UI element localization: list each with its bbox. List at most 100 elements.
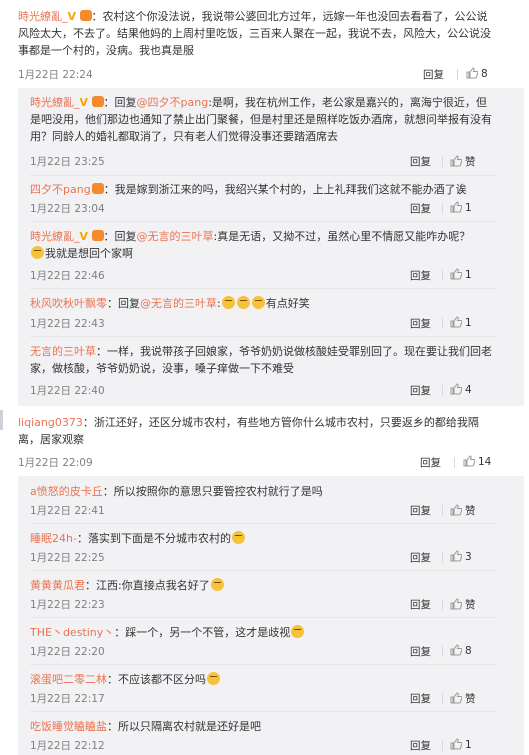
thumbs-up-icon <box>450 550 462 562</box>
comment-username[interactable]: 時光繚亂_ <box>18 10 68 23</box>
reply-prefix: ：回复 <box>103 96 137 109</box>
reply-item: 睡眠24h-：落实到下面是不分城市农村的 <box>30 530 496 547</box>
reply-username[interactable]: 无言的三叶草 <box>30 345 96 358</box>
reply-meta: 1月22日 22:20 回复 8 <box>30 644 496 660</box>
reply-item: 吃饭睡觉瞌瞌盐：所以只隔离农村就是还好是吧 <box>30 718 496 735</box>
verified-icon: V <box>79 96 89 109</box>
like-count: 赞 <box>465 156 476 168</box>
reply-button[interactable]: 回复 <box>410 738 431 753</box>
reply-username[interactable]: 滚蛋吧二零二林 <box>30 673 107 686</box>
reply-button[interactable]: 回复 <box>410 597 431 612</box>
like-button[interactable]: 1 <box>450 201 472 214</box>
reply-meta: 1月22日 22:40 回复 4 <box>30 383 496 399</box>
reply-username[interactable]: 黄黄黄瓜君 <box>30 579 85 592</box>
level-badge-icon <box>91 183 104 194</box>
like-count: 1 <box>465 269 472 281</box>
divider <box>442 552 443 563</box>
reply-item: 黄黄黄瓜君：江西:你直接点我名好了 <box>30 577 496 594</box>
reply-button[interactable]: 回复 <box>420 455 441 470</box>
reply-button[interactable]: 回复 <box>423 67 444 82</box>
reply-time: 1月22日 22:20 <box>30 646 105 658</box>
reply-meta: 1月22日 22:43 回复 1 <box>30 316 496 332</box>
like-button[interactable]: 赞 <box>450 503 476 518</box>
reply-prefix: ：回复 <box>107 297 140 310</box>
reply-time: 1月22日 22:12 <box>30 740 105 752</box>
divider <box>30 570 496 571</box>
like-button[interactable]: 14 <box>463 455 491 468</box>
divider <box>30 175 496 176</box>
reply-time: 1月22日 22:25 <box>30 552 105 564</box>
reply-button[interactable]: 回复 <box>410 691 431 706</box>
like-count: 1 <box>465 202 472 214</box>
like-button[interactable]: 赞 <box>450 154 476 169</box>
divider <box>442 156 443 167</box>
reply-button[interactable]: 回复 <box>410 550 431 565</box>
divider <box>442 270 443 281</box>
divider <box>442 646 443 657</box>
like-button[interactable]: 8 <box>466 67 488 80</box>
reply-time: 1月22日 22:41 <box>30 505 105 517</box>
emoji-icon <box>31 246 44 259</box>
reply-button[interactable]: 回复 <box>410 503 431 518</box>
reply-prefix: ：回复 <box>103 230 137 243</box>
like-button[interactable]: 赞 <box>450 691 476 706</box>
reply-username[interactable]: THE丶destiny丶 <box>30 626 114 639</box>
comment-meta: 1月22日 22:24 回复 8 <box>18 67 496 83</box>
reply-username[interactable]: a愤怒的皮卡丘 <box>30 485 103 498</box>
reply-meta: 1月22日 22:25 回复 3 <box>30 550 496 566</box>
thumbs-up-icon <box>450 201 462 213</box>
divider <box>30 711 496 712</box>
reply-time: 1月22日 23:25 <box>30 156 105 168</box>
reply-username[interactable]: 時光繚亂_ <box>30 96 80 109</box>
reply-text: ：江西:你直接点我名好了 <box>85 579 210 592</box>
thumbs-up-icon <box>450 504 462 516</box>
reply-item: 時光繚亂_V ：回复@无言的三叶草:真是无语，又拗不过，虽然心里不情愿又能咋办呢？… <box>30 228 496 262</box>
reply-time: 1月22日 22:46 <box>30 270 105 282</box>
mention-link[interactable]: @无言的三叶草 <box>137 230 214 243</box>
divider <box>442 740 443 751</box>
like-button[interactable]: 1 <box>450 268 472 281</box>
reply-username[interactable]: 秋风吹秋叶飘零 <box>30 297 107 310</box>
thumbs-up-icon <box>450 155 462 167</box>
reply-time: 1月22日 22:40 <box>30 385 105 397</box>
reply-button[interactable]: 回复 <box>410 316 431 331</box>
like-count: 赞 <box>465 505 476 517</box>
verified-icon: V <box>79 230 89 243</box>
thumbs-up-icon <box>463 455 475 467</box>
reply-button[interactable]: 回复 <box>410 383 431 398</box>
reply-username[interactable]: 吃饭睡觉瞌瞌盐 <box>30 720 107 733</box>
reply-meta: 1月22日 22:23 回复 赞 <box>30 597 496 613</box>
divider <box>457 69 458 80</box>
emoji-icon <box>210 578 224 591</box>
emoji-icon <box>207 672 220 685</box>
verified-icon: V <box>67 10 77 23</box>
thumbs-up-icon <box>450 268 462 280</box>
like-button[interactable]: 4 <box>450 383 472 396</box>
divider <box>30 617 496 618</box>
reply-button[interactable]: 回复 <box>410 154 431 169</box>
reply-time: 1月22日 22:43 <box>30 318 105 330</box>
like-button[interactable]: 1 <box>450 738 472 751</box>
reply-item: 秋风吹秋叶飘零：回复@无言的三叶草: 有点好笑 <box>30 295 496 312</box>
reply-username[interactable]: 四夕不pang <box>30 183 91 196</box>
like-button[interactable]: 8 <box>450 644 472 657</box>
mention-link[interactable]: @无言的三叶草 <box>140 297 217 310</box>
like-button[interactable]: 1 <box>450 316 472 329</box>
reply-text: ：不应该都不区分吗 <box>107 673 206 686</box>
comment-username[interactable]: liqiang0373 <box>18 416 83 429</box>
thumbs-up-icon <box>450 644 462 656</box>
reply-button[interactable]: 回复 <box>410 644 431 659</box>
like-button[interactable]: 3 <box>450 550 472 563</box>
reply-button[interactable]: 回复 <box>410 268 431 283</box>
laughing-emoji-icon <box>221 296 235 309</box>
emoji-icon <box>291 625 305 638</box>
mention-link[interactable]: @四夕不pang <box>137 96 209 109</box>
reply-username[interactable]: 睡眠24h- <box>30 532 77 545</box>
reply-button[interactable]: 回复 <box>410 201 431 216</box>
reply-username[interactable]: 時光繚亂_ <box>30 230 80 243</box>
level-badge-icon <box>91 230 104 241</box>
divider <box>442 385 443 396</box>
reply-item: 四夕不pang ：我是嫁到浙江来的吗，我绍兴某个村的，上上礼拜我们这就不能办酒了诶 <box>30 181 496 198</box>
like-button[interactable]: 赞 <box>450 597 476 612</box>
reply-meta: 1月22日 22:12 回复 1 <box>30 738 496 754</box>
